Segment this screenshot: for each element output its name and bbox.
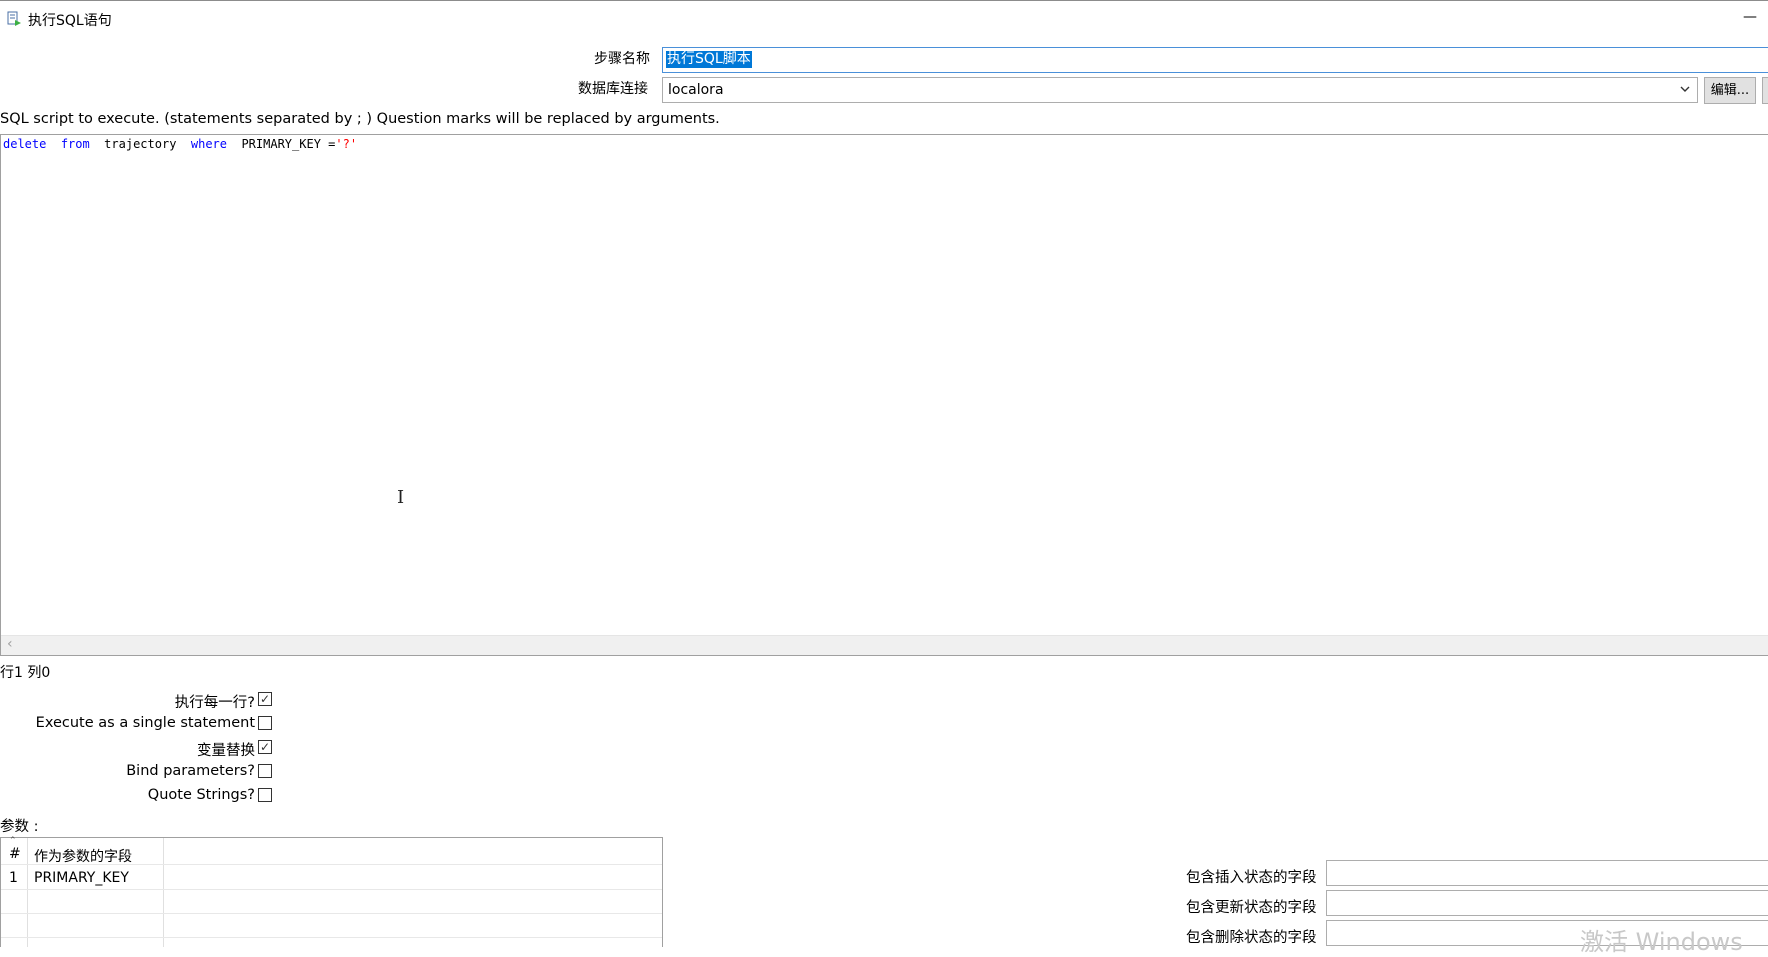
insert-status-input[interactable]: [1326, 860, 1768, 886]
checkbox[interactable]: [258, 788, 272, 802]
db-connection-label: 数据库连接: [578, 81, 648, 97]
sql-token-keyword: where: [190, 137, 227, 151]
sql-code-line: delete from trajectory where PRIMARY_KEY…: [3, 137, 357, 151]
checkbox[interactable]: [258, 716, 272, 730]
sql-token-keyword: delete: [3, 137, 47, 151]
scroll-left-icon[interactable]: ‹: [7, 636, 13, 652]
sql-token-string: '?': [335, 137, 358, 151]
sql-token-identifier: PRIMARY_KEY =: [241, 137, 336, 151]
sql-token-space: [46, 137, 60, 151]
sql-token-space: [176, 137, 190, 151]
windows-activation-watermark: 激活 Windows: [1580, 928, 1743, 956]
sql-token-identifier: trajectory: [104, 137, 177, 151]
option-label: 变量替换: [197, 743, 255, 759]
text-cursor-icon: I: [397, 487, 405, 508]
update-status-input[interactable]: [1326, 890, 1768, 916]
horizontal-scrollbar[interactable]: ‹: [1, 635, 1768, 655]
option-label: Bind parameters?: [126, 763, 255, 779]
title-bar: 执行SQL语句 —: [0, 0, 1768, 34]
insert-status-label: 包含插入状态的字段: [1186, 870, 1317, 886]
option-execute-each-row[interactable]: 执行每一行? ✓: [0, 690, 272, 711]
edit-connection-button[interactable]: 编辑...: [1704, 77, 1756, 104]
sql-editor[interactable]: delete from trajectory where PRIMARY_KEY…: [0, 134, 1768, 656]
table-row-field[interactable]: PRIMARY_KEY: [34, 870, 129, 886]
sort-arrow-icon[interactable]: ⌃: [9, 836, 17, 846]
sql-token-space: [227, 137, 241, 151]
checkbox[interactable]: ✓: [258, 740, 272, 754]
sql-script-icon: [7, 11, 21, 26]
option-label: Execute as a single statement: [35, 715, 255, 731]
sql-token-space: [90, 137, 104, 151]
column-header-number[interactable]: #: [9, 846, 21, 862]
step-name-input[interactable]: 执行SQL脚本: [662, 47, 1768, 73]
checkbox[interactable]: [258, 764, 272, 778]
parameters-table[interactable]: ⌃ # 作为参数的字段 1 PRIMARY_KEY: [0, 836, 663, 947]
parameters-label: 参数 :: [0, 819, 39, 835]
chevron-down-icon[interactable]: [1679, 81, 1691, 97]
sql-token-keyword: from: [60, 137, 90, 151]
update-status-label: 包含更新状态的字段: [1186, 900, 1317, 916]
option-label: 执行每一行?: [174, 695, 255, 711]
step-name-value: 执行SQL脚本: [666, 51, 752, 68]
cursor-position: 行1 列0: [0, 665, 51, 681]
option-single-statement[interactable]: Execute as a single statement: [0, 714, 272, 734]
db-connection-value: localora: [668, 82, 724, 98]
checkbox[interactable]: ✓: [258, 692, 272, 706]
step-name-label: 步骤名称: [594, 51, 650, 67]
sql-help-text: SQL script to execute. (statements separ…: [0, 111, 720, 127]
db-connection-select[interactable]: localora: [662, 77, 1698, 103]
option-quote-strings[interactable]: Quote Strings?: [0, 786, 272, 806]
window-title: 执行SQL语句: [28, 13, 112, 29]
option-bind-parameters[interactable]: Bind parameters?: [0, 762, 272, 782]
minimize-button[interactable]: —: [1740, 9, 1760, 27]
column-header-field[interactable]: 作为参数的字段: [34, 846, 132, 866]
option-variable-substitution[interactable]: 变量替换 ✓: [0, 738, 272, 759]
new-connection-button[interactable]: [1762, 77, 1768, 104]
option-label: Quote Strings?: [147, 787, 255, 803]
table-row-number[interactable]: 1: [9, 870, 18, 886]
